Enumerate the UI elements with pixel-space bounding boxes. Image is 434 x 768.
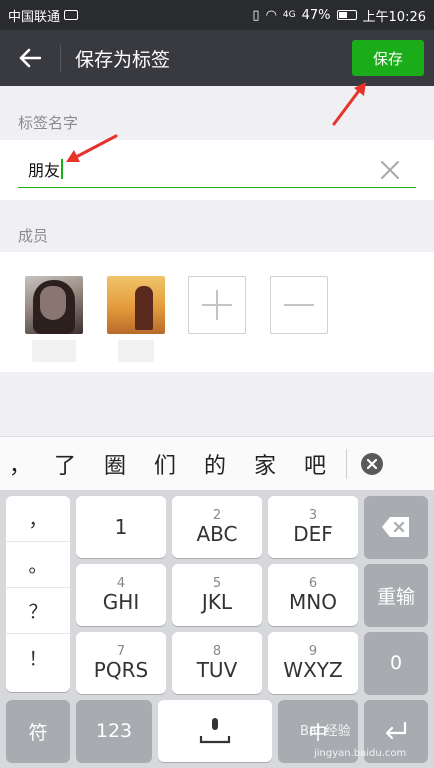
clock: 上午10:26 bbox=[362, 9, 426, 25]
page-title: 保存为标签 bbox=[75, 48, 171, 71]
nav-bar: 保存为标签 保存 bbox=[0, 30, 434, 86]
candidate-word[interactable]: 的 bbox=[190, 448, 240, 480]
key-4[interactable]: 4 GHI bbox=[76, 564, 166, 626]
battery-percent: 47% bbox=[301, 7, 331, 23]
key-number: 4 bbox=[116, 576, 126, 591]
keyboard: ， 。 ？ ！ 1 2 ABC 3 DEF 4 GHI 5 JKL 6 MNO … bbox=[0, 490, 434, 768]
key-letters: GHI bbox=[102, 590, 140, 614]
key-7[interactable]: 7 PQRS bbox=[76, 632, 166, 694]
tag-name-value: 朋友 bbox=[28, 160, 61, 180]
candidate-word[interactable]: 圈 bbox=[90, 448, 140, 480]
symbol-key[interactable]: 符 bbox=[6, 700, 70, 762]
punct-key[interactable]: 。 bbox=[6, 542, 70, 588]
punctuation-column: ， 。 ？ ！ bbox=[6, 496, 70, 692]
key-letters: PQRS bbox=[93, 658, 149, 682]
key-letters: DEF bbox=[293, 522, 333, 546]
wifi-icon: ◠ bbox=[265, 7, 277, 23]
key-3[interactable]: 3 DEF bbox=[268, 496, 358, 558]
close-candidates-icon[interactable] bbox=[347, 437, 397, 491]
battery-icon bbox=[336, 10, 357, 20]
nav-divider bbox=[60, 44, 61, 72]
punct-key[interactable]: ！ bbox=[6, 634, 70, 680]
keyboard-status-icon bbox=[64, 10, 79, 20]
key-letters: ABC bbox=[196, 522, 238, 546]
status-bar: 中国联通 ▯ ◠ 4G 47% 上午10:26 bbox=[0, 0, 434, 30]
key-5[interactable]: 5 JKL bbox=[172, 564, 262, 626]
zero-label: 0 bbox=[389, 652, 403, 674]
members-label: 成员 bbox=[18, 227, 49, 245]
signal-label: 4G bbox=[282, 10, 296, 20]
key-letters: WXYZ bbox=[283, 658, 343, 682]
avatar-face bbox=[40, 286, 66, 320]
tag-name-label: 标签名字 bbox=[18, 114, 79, 132]
avatar-figure bbox=[135, 286, 153, 330]
member-avatar[interactable] bbox=[25, 276, 83, 334]
candidate-word[interactable]: 家 bbox=[240, 448, 290, 480]
key-letters: 1 bbox=[114, 515, 128, 539]
symbol-label: 符 bbox=[28, 721, 48, 744]
candidate-word[interactable]: 们 bbox=[140, 448, 190, 480]
clear-icon[interactable] bbox=[378, 158, 402, 182]
punct-key[interactable]: ？ bbox=[6, 588, 70, 634]
punct-key[interactable]: ， bbox=[6, 496, 70, 542]
candidate-comma[interactable]: ， bbox=[0, 448, 40, 480]
minus-icon bbox=[284, 304, 314, 306]
key-number: 5 bbox=[212, 576, 222, 591]
key-1[interactable]: 1 bbox=[76, 496, 166, 558]
add-member-button[interactable] bbox=[188, 276, 246, 334]
space-key[interactable] bbox=[158, 700, 272, 762]
reenter-label: 重输 bbox=[376, 585, 415, 608]
watermark-url: jingyan.baidu.com bbox=[314, 748, 407, 759]
text-cursor bbox=[61, 158, 64, 179]
key-0[interactable]: 0 bbox=[364, 632, 428, 694]
vibrate-icon: ▯ bbox=[252, 7, 260, 23]
member-name-blurred bbox=[118, 340, 154, 362]
backspace-key[interactable] bbox=[364, 496, 428, 558]
tag-name-section: 朋友 bbox=[0, 140, 434, 200]
carrier-label: 中国联通 bbox=[8, 9, 61, 25]
key-number: 7 bbox=[116, 644, 126, 659]
reenter-key[interactable]: 重输 bbox=[364, 564, 428, 626]
key-letters: JKL bbox=[201, 590, 233, 614]
candidate-word[interactable]: 吧 bbox=[290, 448, 340, 480]
microphone-icon bbox=[199, 718, 231, 744]
key-letters: MNO bbox=[289, 590, 337, 614]
save-button[interactable]: 保存 bbox=[352, 40, 424, 76]
key-8[interactable]: 8 TUV bbox=[172, 632, 262, 694]
members-section bbox=[0, 252, 434, 372]
remove-member-button[interactable] bbox=[270, 276, 328, 334]
key-number: 6 bbox=[308, 576, 318, 591]
key-letters: TUV bbox=[196, 658, 238, 682]
candidate-word[interactable]: 了 bbox=[40, 448, 90, 480]
backspace-icon bbox=[382, 517, 409, 537]
key-number: 2 bbox=[212, 508, 222, 523]
plus-icon bbox=[202, 290, 232, 320]
member-name-blurred bbox=[32, 340, 76, 362]
enter-icon bbox=[385, 721, 407, 740]
tag-name-input[interactable]: 朋友 bbox=[18, 150, 416, 188]
key-2[interactable]: 2 ABC bbox=[172, 496, 262, 558]
number-switch-key[interactable]: 123 bbox=[76, 700, 152, 762]
key-number: 8 bbox=[212, 644, 222, 659]
key-6[interactable]: 6 MNO bbox=[268, 564, 358, 626]
key-number: 9 bbox=[308, 644, 318, 659]
number-switch-label: 123 bbox=[95, 720, 133, 742]
back-arrow-icon[interactable] bbox=[0, 30, 60, 86]
watermark-brand: Bai 经验 bbox=[300, 724, 351, 739]
key-number: 3 bbox=[308, 508, 318, 523]
candidate-bar: ， 了 圈 们 的 家 吧 bbox=[0, 436, 434, 490]
key-9[interactable]: 9 WXYZ bbox=[268, 632, 358, 694]
member-avatar[interactable] bbox=[107, 276, 165, 334]
